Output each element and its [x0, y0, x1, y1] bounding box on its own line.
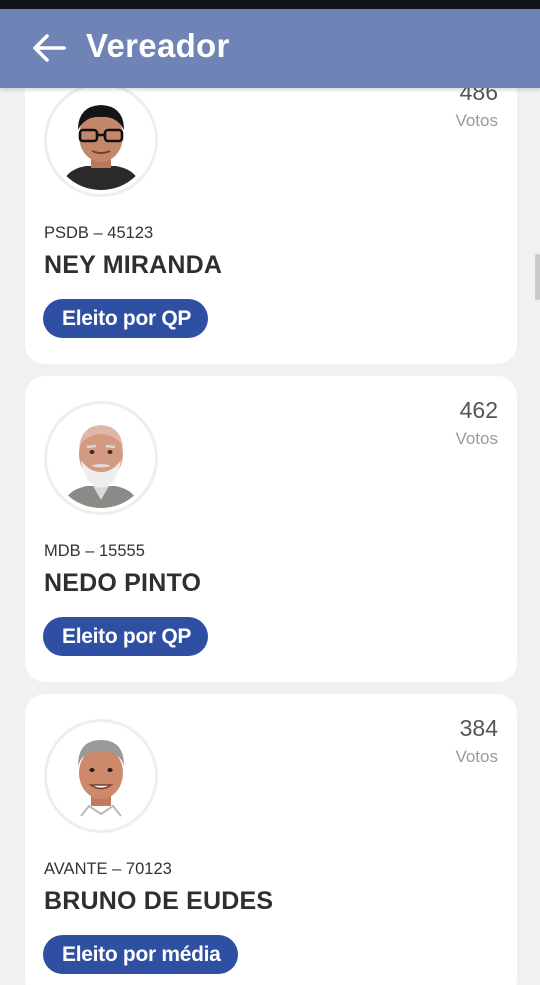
app-header: Vereador: [0, 9, 540, 88]
votes-label: Votos: [455, 111, 498, 130]
candidate-photo: [51, 90, 151, 190]
back-button[interactable]: [30, 31, 68, 65]
candidate-card[interactable]: 384 Votos AVANTE – 70123 BRUNO DE EUDES …: [25, 694, 517, 985]
votes-label: Votos: [455, 429, 498, 448]
arrow-left-icon: [33, 34, 66, 62]
vote-count: 462 Votos: [455, 396, 498, 452]
avatar: [44, 719, 158, 833]
votes-number: 462: [459, 397, 498, 423]
status-badge: Eleito por média: [43, 935, 238, 974]
avatar: [44, 401, 158, 515]
vote-count: 486 Votos: [455, 88, 498, 134]
party-number: MDB – 15555: [44, 542, 145, 560]
party-number: PSDB – 45123: [44, 224, 154, 242]
party-number: AVANTE – 70123: [44, 860, 172, 878]
candidate-name: NEDO PINTO: [44, 569, 202, 597]
candidate-card[interactable]: 462 Votos MDB – 15555 NEDO PINTO Eleito …: [25, 376, 517, 682]
candidate-name: NEY MIRANDA: [44, 251, 223, 279]
votes-number: 486: [459, 88, 498, 105]
candidate-card[interactable]: 486 Votos PSDB – 45123 NEY MIRANDA Eleit…: [25, 88, 517, 364]
votes-number: 384: [459, 715, 498, 741]
status-badge: Eleito por QP: [43, 617, 209, 656]
page-title: Vereador: [86, 27, 230, 64]
candidate-photo: [51, 726, 151, 826]
status-bar: [0, 0, 540, 9]
scrollbar-thumb[interactable]: [535, 254, 540, 300]
candidate-photo: [51, 408, 151, 508]
avatar: [44, 88, 158, 197]
vote-count: 384 Votos: [455, 714, 498, 770]
candidate-name: BRUNO DE EUDES: [44, 887, 274, 915]
candidate-list[interactable]: 486 Votos PSDB – 45123 NEY MIRANDA Eleit…: [0, 88, 540, 985]
votes-label: Votos: [455, 747, 498, 766]
status-badge: Eleito por QP: [43, 299, 209, 338]
